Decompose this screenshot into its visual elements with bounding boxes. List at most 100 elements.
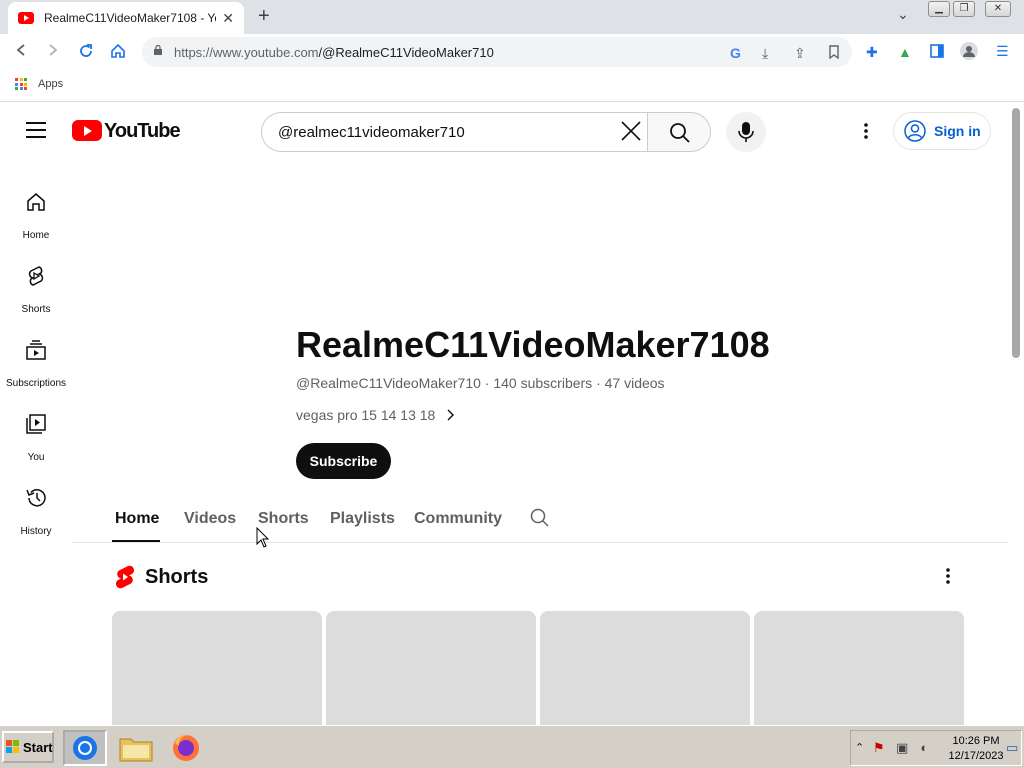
action-center-flag-icon[interactable]: ⚑	[873, 740, 885, 756]
restore-window-button[interactable]: ❐	[953, 1, 975, 17]
system-tray: ⌃ ⚑ ▣ ◖ 10:26 PM 12/17/2023 ▭	[850, 730, 1022, 766]
sign-in-button[interactable]: Sign in	[893, 112, 991, 150]
youtube-page: YouTube Sign in	[0, 103, 1024, 725]
bookmarks-bar: Apps	[0, 72, 1024, 102]
extensions-puzzle-icon[interactable]: ✚	[866, 44, 878, 61]
tab-playlists[interactable]: Playlists	[330, 510, 395, 528]
home-icon[interactable]	[110, 43, 126, 64]
tab-community[interactable]: Community	[414, 510, 502, 528]
guide-item-label: History	[20, 526, 52, 537]
tab-search-chevron-icon[interactable]: ⌄	[897, 6, 909, 23]
show-desktop-icon[interactable]: ▭	[1006, 740, 1018, 756]
sign-in-label: Sign in	[934, 123, 981, 139]
profile-avatar-icon[interactable]	[960, 42, 978, 63]
shelf-more-options-icon[interactable]	[938, 566, 958, 586]
channel-description[interactable]: vegas pro 15 14 13 18	[296, 407, 455, 423]
active-tab-indicator	[112, 540, 160, 542]
close-window-button[interactable]: ✕	[985, 1, 1011, 17]
search-button[interactable]	[647, 112, 711, 152]
install-app-icon[interactable]: ⤓	[762, 45, 768, 62]
short-thumbnail-placeholder[interactable]	[754, 611, 964, 725]
guide-item-home[interactable]: Home	[0, 178, 72, 248]
short-thumbnail-placeholder[interactable]	[112, 611, 322, 725]
side-panel-icon[interactable]	[930, 44, 944, 61]
chevron-right-icon	[447, 409, 455, 421]
guide-item-shorts[interactable]: Shorts	[0, 252, 72, 322]
search-box[interactable]	[261, 112, 648, 152]
back-icon[interactable]	[14, 43, 28, 62]
tray-expand-icon[interactable]: ⌃	[855, 741, 864, 754]
browser-menu-icon[interactable]: ☰	[996, 43, 1009, 60]
tab-home[interactable]: Home	[115, 510, 159, 528]
guide-item-history[interactable]: History	[0, 474, 72, 544]
guide-item-label: Subscriptions	[5, 378, 67, 389]
guide-item-label: Home	[22, 230, 50, 241]
forward-icon[interactable]	[46, 43, 60, 62]
search-icon	[670, 123, 690, 143]
channel-tabs: Home Videos Shorts Playlists Community	[72, 499, 1008, 543]
browser-tab-active[interactable]: RealmeC11VideoMaker7108 - YouTube ✕	[8, 2, 244, 34]
url-path: /@RealmeC11VideoMaker710	[318, 45, 494, 60]
browser-tabstrip: RealmeC11VideoMaker7108 - YouTube ✕ + ⌄ …	[0, 0, 1024, 34]
bookmark-star-icon[interactable]	[828, 45, 840, 62]
volume-muted-icon[interactable]: ◖	[919, 740, 927, 755]
shorts-shelf-header: Shorts	[115, 565, 208, 589]
start-label: Start	[23, 739, 53, 755]
clock[interactable]: 10:26 PM 12/17/2023	[946, 734, 1006, 764]
youtube-logo-icon[interactable]	[72, 120, 102, 141]
tab-close-icon[interactable]: ✕	[222, 10, 234, 27]
guide-item-label: Shorts	[21, 304, 51, 315]
minimize-window-button[interactable]: ▁	[928, 1, 950, 17]
tab-shorts[interactable]: Shorts	[258, 510, 309, 528]
voice-search-button[interactable]	[726, 112, 766, 152]
youtube-favicon-icon	[18, 12, 34, 24]
short-thumbnail-placeholder[interactable]	[326, 611, 536, 725]
file-explorer-taskbar-button[interactable]	[114, 730, 158, 766]
library-icon	[26, 414, 46, 434]
tab-videos[interactable]: Videos	[184, 510, 236, 528]
search-input[interactable]	[278, 122, 608, 142]
browser-toolbar: https://www.youtube.com/@RealmeC11VideoM…	[0, 34, 1024, 72]
address-bar[interactable]: https://www.youtube.com/@RealmeC11VideoM…	[142, 37, 852, 67]
shorts-icon	[28, 266, 44, 286]
guide-menu-icon[interactable]	[26, 122, 46, 138]
share-icon[interactable]: ⇪	[794, 45, 806, 62]
history-icon	[26, 489, 46, 507]
guide-item-you[interactable]: You	[0, 400, 72, 470]
guide-item-subscriptions[interactable]: Subscriptions	[0, 326, 72, 396]
apps-grid-icon[interactable]	[15, 78, 27, 90]
page-scrollbar-thumb[interactable]	[1012, 108, 1020, 358]
clear-search-icon[interactable]	[620, 120, 642, 142]
youtube-logo-text[interactable]: YouTube	[104, 120, 181, 143]
clock-date: 12/17/2023	[948, 750, 1004, 762]
extension-icon[interactable]: ▲	[898, 44, 912, 60]
channel-name: RealmeC11VideoMaker7108	[296, 324, 770, 365]
new-tab-button[interactable]: +	[258, 6, 270, 26]
start-button[interactable]: Start	[2, 731, 54, 763]
chrome-icon	[73, 736, 97, 760]
url-text[interactable]: https://www.youtube.com/@RealmeC11VideoM…	[174, 45, 494, 60]
apps-bookmark[interactable]: Apps	[38, 78, 63, 90]
firefox-taskbar-button[interactable]	[164, 730, 208, 766]
network-icon[interactable]: ▣	[896, 740, 908, 756]
short-thumbnail-placeholder[interactable]	[540, 611, 750, 725]
subscribe-button[interactable]: Subscribe	[296, 443, 391, 479]
channel-search-icon[interactable]	[530, 508, 550, 528]
folder-icon	[119, 738, 153, 762]
google-lens-icon[interactable]: G	[730, 45, 741, 61]
home-icon	[27, 193, 45, 211]
shorts-logo-icon	[115, 565, 135, 589]
firefox-icon	[173, 735, 199, 761]
channel-meta: @RealmeC11VideoMaker710 · 140 subscriber…	[296, 375, 665, 391]
shorts-shelf-title[interactable]: Shorts	[145, 566, 208, 589]
browser-tab-title: RealmeC11VideoMaker7108 - YouTube	[44, 11, 216, 25]
mouse-cursor-icon	[256, 527, 270, 548]
chrome-taskbar-button[interactable]	[63, 730, 107, 766]
masthead: YouTube Sign in	[0, 103, 1008, 159]
more-options-icon[interactable]	[856, 121, 876, 141]
url-host: https://www.youtube.com	[174, 45, 319, 60]
reload-icon[interactable]	[78, 43, 94, 64]
clock-time: 10:26 PM	[952, 735, 1000, 747]
microphone-icon	[738, 122, 754, 142]
lock-icon[interactable]	[154, 45, 162, 55]
